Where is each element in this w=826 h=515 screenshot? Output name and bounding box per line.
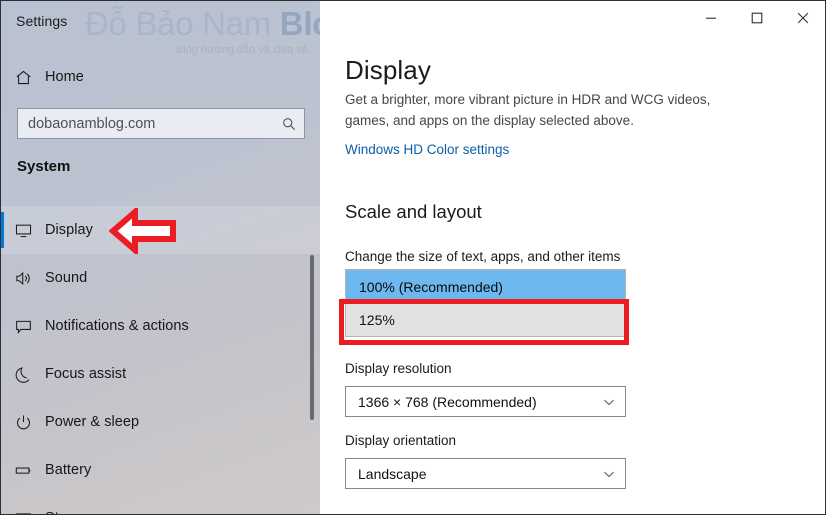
sidebar-scrollbar-thumb[interactable] — [310, 255, 314, 420]
chevron-down-icon[interactable] — [593, 467, 625, 481]
windows-hd-color-settings-link[interactable]: Windows HD Color settings — [345, 142, 509, 157]
sidebar-item-notifications-label: Notifications & actions — [45, 318, 189, 334]
selection-indicator — [1, 212, 4, 248]
window-controls — [688, 1, 825, 35]
page-description-line2: games, and apps on the display selected … — [345, 113, 634, 128]
sidebar-item-storage-label: Storage — [45, 510, 96, 514]
scale-option-125[interactable]: 125% — [346, 303, 625, 336]
power-icon — [1, 413, 45, 432]
sidebar-item-sound[interactable]: Sound — [1, 254, 320, 302]
search-icon[interactable] — [274, 116, 304, 132]
orientation-combobox[interactable]: Landscape — [345, 458, 626, 489]
sidebar-item-sound-label: Sound — [45, 270, 88, 286]
page-title: Display — [345, 55, 431, 85]
main-content: Display Get a brighter, more vibrant pic… — [320, 1, 825, 514]
home-icon — [1, 68, 45, 87]
moon-icon — [1, 365, 45, 384]
sidebar-item-storage[interactable]: Storage — [1, 494, 320, 514]
sidebar-item-power-sleep-label: Power & sleep — [45, 414, 140, 430]
sidebar-item-power-sleep[interactable]: Power & sleep — [1, 398, 320, 446]
resolution-combobox[interactable]: 1366 × 768 (Recommended) — [345, 386, 626, 417]
chevron-down-icon[interactable] — [593, 395, 625, 409]
search-input-value[interactable]: dobaonamblog.com — [18, 116, 274, 132]
battery-icon — [1, 461, 45, 480]
orientation-value: Landscape — [358, 465, 427, 482]
sidebar-item-battery-label: Battery — [45, 462, 92, 478]
scale-option-100[interactable]: 100% (Recommended) — [346, 270, 625, 303]
resolution-field-label: Display resolution — [345, 361, 452, 376]
sidebar-item-focus-assist[interactable]: Focus assist — [1, 350, 320, 398]
sidebar-item-display-label: Display — [45, 222, 93, 238]
scale-field-label: Change the size of text, apps, and other… — [345, 249, 621, 264]
settings-window: Settings Đỗ Bảo Nam Blog Blog hướng dẫn … — [0, 0, 826, 515]
sidebar-titlebar: Settings — [1, 1, 320, 43]
sidebar-item-battery[interactable]: Battery — [1, 446, 320, 494]
sidebar-item-home-label: Home — [45, 69, 84, 85]
storage-icon — [1, 509, 45, 514]
resolution-value: 1366 × 768 (Recommended) — [358, 393, 537, 410]
sidebar-item-home[interactable]: Home — [1, 57, 320, 97]
page-description-line1: Get a brighter, more vibrant picture in … — [345, 92, 711, 107]
monitor-icon — [1, 221, 45, 240]
sidebar-scrollbar[interactable] — [308, 43, 318, 514]
maximize-button[interactable] — [734, 1, 780, 35]
app-title: Settings — [16, 13, 68, 29]
orientation-field-label: Display orientation — [345, 433, 457, 448]
scale-and-layout-header: Scale and layout — [345, 201, 482, 222]
watermark-subtitle: Blog hướng dẫn và chia sẻ... — [175, 44, 317, 56]
scale-dropdown-list[interactable]: 100% (Recommended) 125% — [345, 269, 626, 337]
speaker-icon — [1, 269, 45, 288]
sidebar-item-notifications[interactable]: Notifications & actions — [1, 302, 320, 350]
search-input[interactable]: dobaonamblog.com — [17, 108, 305, 139]
sidebar-section-header: System — [17, 158, 71, 175]
sidebar-item-focus-assist-label: Focus assist — [45, 366, 127, 382]
notification-icon — [1, 317, 45, 336]
close-button[interactable] — [780, 1, 825, 35]
annotation-arrow-icon — [108, 205, 177, 259]
minimize-button[interactable] — [688, 1, 734, 35]
